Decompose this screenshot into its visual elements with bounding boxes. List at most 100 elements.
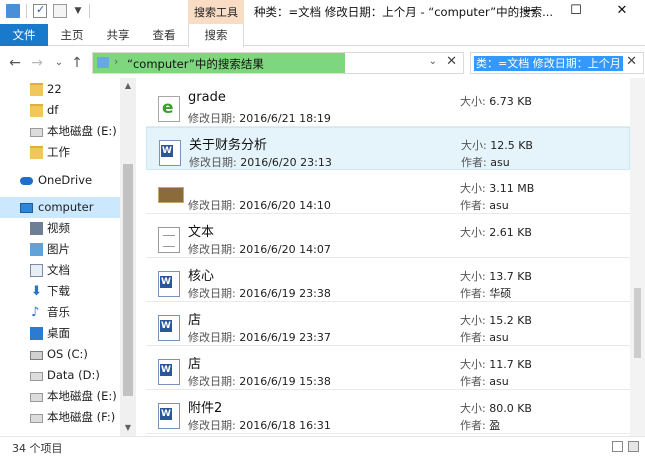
nav-item-os-c[interactable]: OS (C:) [0, 344, 120, 365]
folder-icon [6, 4, 20, 18]
file-size: 大小: 80.0 KB [460, 402, 532, 415]
videos-icon [30, 222, 43, 235]
file-row[interactable]: 店 修改日期: 2016/6/19 15:38 大小: 11.7 KB 作者: … [146, 347, 630, 390]
results-scrollbar[interactable] [630, 78, 645, 436]
nav-item-music[interactable]: ♪ 音乐 [0, 302, 120, 323]
search-results-list: grade 修改日期: 2016/6/21 18:19 大小: 6.73 KB … [146, 78, 630, 436]
scroll-down-button[interactable]: ▼ [120, 421, 136, 435]
file-size: 大小: 11.7 KB [460, 358, 532, 371]
chevron-right-icon[interactable]: › [114, 55, 118, 68]
stop-search-button[interactable]: ✕ [446, 54, 457, 69]
breadcrumb[interactable]: “computer”中的搜索结果 [127, 56, 264, 72]
nav-item-label: OneDrive [38, 173, 93, 187]
back-button[interactable]: ← [6, 53, 24, 73]
nav-item-onedrive[interactable]: OneDrive [0, 170, 120, 191]
nav-item-downloads[interactable]: ⬇ 下载 [0, 281, 120, 302]
file-author: 作者: asu [460, 375, 509, 388]
file-size: 大小: 2.61 KB [460, 226, 532, 239]
search-input[interactable]: 类：=文档 修改日期：上个月 ✕ [470, 52, 644, 74]
nav-item-work[interactable]: 工作 [0, 142, 120, 163]
os-drive-icon [30, 351, 43, 360]
file-row[interactable]: 附件2 修改日期: 2016/6/18 16:31 大小: 80.0 KB 作者… [146, 391, 630, 434]
file-size: 大小: 6.73 KB [460, 95, 532, 108]
nav-item-local-disk-e[interactable]: 本地磁盘 (E:) [0, 121, 120, 142]
minimize-button[interactable]: — [507, 0, 553, 24]
nav-item-videos[interactable]: 视频 [0, 218, 120, 239]
customize-toolbar-icon[interactable]: ▼ [73, 4, 83, 18]
file-name: 文本 [188, 225, 215, 240]
tab-file[interactable]: 文件 [0, 24, 48, 46]
desktop-icon [30, 327, 43, 340]
documents-icon [30, 264, 43, 277]
details-view-icon[interactable] [612, 441, 623, 452]
tab-view[interactable]: 查看 [146, 24, 182, 46]
file-modified: 修改日期: 2016/6/19 23:38 [188, 287, 331, 300]
nav-item-22[interactable]: 22 [0, 79, 120, 100]
clear-search-button[interactable]: ✕ [626, 54, 637, 69]
nav-item-label: 图片 [47, 242, 70, 256]
file-row[interactable]: 修改日期: 2016/6/20 14:10 大小: 3.11 MB 作者: as… [146, 171, 630, 214]
file-modified: 修改日期: 2016/6/20 14:07 [188, 243, 331, 256]
file-size: 大小: 12.5 KB [461, 139, 533, 152]
scroll-up-button[interactable]: ▲ [120, 79, 136, 93]
file-modified: 修改日期: 2016/6/19 23:37 [188, 331, 331, 344]
close-button[interactable]: ✕ [599, 0, 645, 24]
file-row[interactable]: 核心 修改日期: 2016/6/19 23:38 大小: 13.7 KB 作者:… [146, 259, 630, 302]
nav-pane-scrollbar[interactable]: ▲ ▼ [120, 78, 136, 436]
file-row[interactable]: grade 修改日期: 2016/6/21 18:19 大小: 6.73 KB [146, 84, 630, 127]
address-row: ← → ⌄ ↑ › “computer”中的搜索结果 ⌄ ✕ 类：=文档 修改日… [0, 50, 645, 76]
nav-item-data-d[interactable]: Data (D:) [0, 365, 120, 386]
file-author: 作者: asu [460, 199, 509, 212]
onedrive-icon [20, 177, 33, 185]
file-row[interactable]: 店 修改日期: 2016/6/19 23:37 大小: 15.2 KB 作者: … [146, 303, 630, 346]
scrollbar-thumb[interactable] [123, 164, 133, 396]
search-query-text[interactable]: 类：=文档 修改日期：上个月 [474, 56, 623, 71]
nav-item-local-disk-e2[interactable]: 本地磁盘 (E:) [0, 386, 120, 407]
nav-item-computer[interactable]: computer [0, 197, 120, 218]
file-row[interactable]: 文本 修改日期: 2016/6/20 14:07 大小: 2.61 KB [146, 215, 630, 258]
nav-item-df[interactable]: df [0, 100, 120, 121]
drive-icon [30, 393, 43, 402]
drive-icon [30, 414, 43, 423]
chevron-down-icon[interactable]: ⌄ [429, 56, 437, 67]
file-size: 大小: 13.7 KB [460, 270, 532, 283]
large-icons-view-icon[interactable] [628, 441, 639, 452]
file-author: 作者: asu [460, 331, 509, 344]
properties-icon[interactable] [33, 3, 47, 18]
word-file-icon [158, 271, 180, 297]
tab-home[interactable]: 主页 [54, 24, 90, 46]
download-icon: ⬇ [31, 284, 42, 299]
address-bar[interactable]: › “computer”中的搜索结果 ⌄ ✕ [92, 52, 464, 74]
file-modified: 修改日期: 2016/6/18 16:31 [188, 419, 331, 432]
search-folder-icon [97, 57, 109, 68]
word-file-icon [158, 403, 180, 429]
html-file-icon [158, 96, 180, 122]
scrollbar-thumb[interactable] [634, 288, 641, 358]
file-size: 大小: 3.11 MB [460, 182, 535, 195]
maximize-button[interactable]: ☐ [553, 0, 599, 24]
nav-item-desktop[interactable]: 桌面 [0, 323, 120, 344]
toolbar-divider [26, 4, 27, 18]
nav-item-label: computer [38, 200, 94, 214]
tab-share[interactable]: 共享 [100, 24, 136, 46]
file-row[interactable]: 关于财务分析 修改日期: 2016/6/20 23:13 大小: 12.5 KB… [146, 127, 630, 170]
nav-item-label: 音乐 [47, 305, 70, 319]
nav-item-local-disk-f[interactable]: 本地磁盘 (F:) [0, 407, 120, 428]
tab-search[interactable]: 搜索 [188, 24, 244, 47]
nav-item-documents[interactable]: 文档 [0, 260, 120, 281]
up-button[interactable]: ↑ [68, 53, 86, 73]
quick-access-toolbar: ▼ [6, 3, 90, 18]
folder-icon [30, 104, 43, 117]
nav-item-pictures[interactable]: 图片 [0, 239, 120, 260]
new-folder-icon[interactable] [53, 4, 67, 18]
toolbar-divider [89, 4, 90, 18]
recent-locations-button[interactable]: ⌄ [50, 53, 68, 73]
file-name: 附件2 [188, 401, 223, 416]
word-file-icon [158, 315, 180, 341]
nav-item-label: Data (D:) [47, 368, 100, 382]
file-name: 核心 [188, 269, 215, 284]
file-author: 作者: 华硕 [460, 287, 512, 300]
nav-item-label: 下载 [47, 284, 70, 298]
forward-button[interactable]: → [28, 53, 46, 73]
music-icon: ♪ [31, 305, 40, 320]
